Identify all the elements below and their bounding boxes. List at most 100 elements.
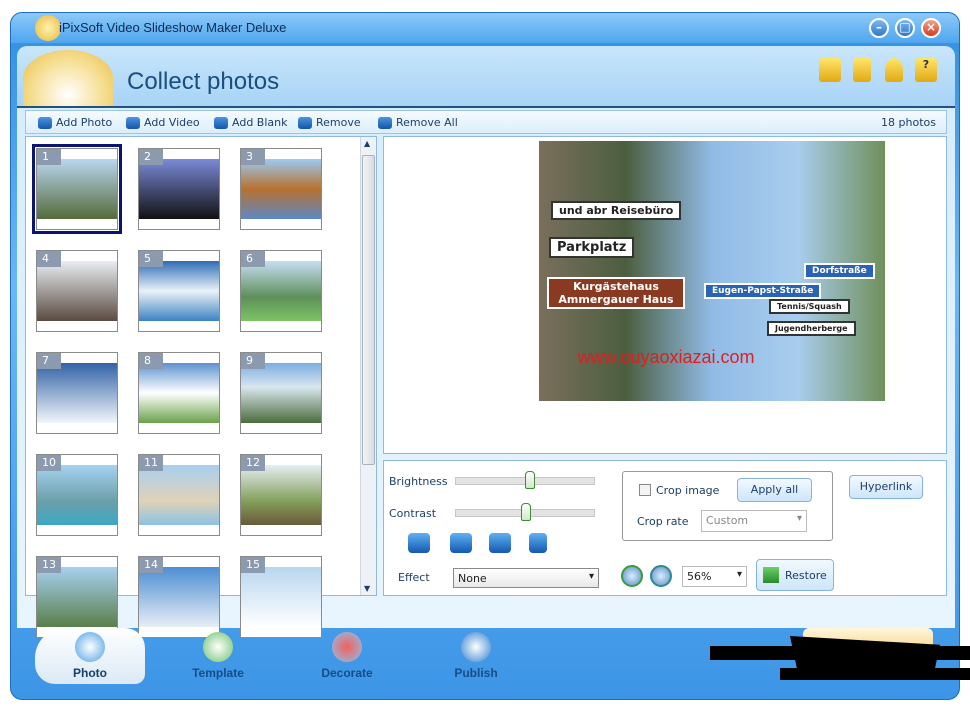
zoom-in-icon[interactable] [621,565,643,587]
thumbnail-number: 9 [241,353,265,369]
folder-icon[interactable] [819,58,841,82]
thumbnail-number: 6 [241,251,265,267]
user-icon[interactable] [885,58,903,82]
thumbnail-image [139,261,219,321]
add-photo-button[interactable]: Add Photo [38,116,112,129]
remove-all-label: Remove All [396,116,458,129]
photo-thumbnail[interactable]: 3 [240,148,322,230]
photo-thumbnail[interactable]: 14 [138,556,220,638]
restore-icon [763,567,779,583]
photo-thumbnail[interactable]: 7 [36,352,118,434]
page-header: Collect photos ? [17,46,955,108]
close-button[interactable]: × [921,18,941,38]
help-icon[interactable]: ? [915,58,937,82]
thumbnail-image [241,159,321,219]
restore-button[interactable]: Restore [756,559,834,591]
apply-all-button[interactable]: Apply all [737,478,812,502]
effect-label: Effect [398,571,430,584]
thumbnail-number: 7 [37,353,61,369]
photo-thumbnail[interactable]: 4 [36,250,118,332]
crop-rate-dropdown[interactable]: Custom [701,510,807,532]
tab-decorate[interactable]: Decorate [292,628,402,684]
thumbnail-number: 5 [139,251,163,267]
rotate-right-icon[interactable] [450,533,472,553]
tab-photo[interactable]: Photo [35,628,145,684]
sign: und abr Reisebüro [551,201,682,220]
hyperlink-button[interactable]: Hyperlink [849,475,923,499]
photo-thumbnail[interactable]: 11 [138,454,220,536]
thumbnail-number: 10 [37,455,61,471]
thumbnail-image [37,567,117,627]
remove-all-button[interactable]: Remove All [378,116,458,129]
contrast-slider-handle[interactable] [521,503,531,521]
add-blank-icon [214,116,228,129]
add-blank-label: Add Blank [232,116,288,129]
thumbnail-number: 15 [241,557,265,573]
scrollbar-thumb[interactable] [362,155,375,465]
thumbnail-number: 13 [37,557,61,573]
thumbnail-number: 14 [139,557,163,573]
add-video-button[interactable]: Add Video [126,116,200,129]
photo-thumbnail[interactable]: 8 [138,352,220,434]
photo-count: 18 photos [881,116,936,129]
flip-horizontal-icon[interactable] [489,533,511,553]
thumbnail-number: 3 [241,149,265,165]
thumbnail-image [37,261,117,321]
brightness-slider-handle[interactable] [525,471,536,489]
save-icon[interactable] [853,58,871,82]
tab-label: Photo [73,666,107,680]
crop-image-checkbox[interactable] [639,484,651,496]
add-photo-icon [38,116,52,129]
sign: Parkplatz [549,237,635,258]
tab-label: Publish [454,666,498,680]
scroll-down-icon[interactable]: ▼ [364,584,370,593]
photo-thumbnail[interactable]: 5 [138,250,220,332]
maximize-button[interactable]: □ [895,18,915,38]
zoom-dropdown[interactable]: 56% [682,566,747,587]
photo-thumbnail[interactable]: 1 [32,144,122,234]
crop-group: Crop image Apply all Crop rate Custom [622,471,833,541]
tab-template[interactable]: Template [163,628,273,684]
photo-thumbnail[interactable]: 13 [36,556,118,638]
minimize-button[interactable]: – [869,18,889,38]
photo-thumbnail[interactable]: 9 [240,352,322,434]
tab-label: Template [192,666,244,680]
flip-vertical-icon[interactable] [529,533,547,553]
remove-label: Remove [316,116,361,129]
contrast-slider[interactable] [455,503,595,521]
zoom-out-icon[interactable] [650,565,672,587]
add-blank-button[interactable]: Add Blank [214,116,287,129]
app-window: iPixSoft Video Slideshow Maker Deluxe – … [10,12,960,700]
remove-button[interactable]: Remove [298,116,361,129]
restore-label: Restore [785,568,827,582]
thumbnail-image [241,261,321,321]
thumbnail-image [37,465,117,525]
thumbnail-number: 12 [241,455,265,471]
add-photo-label: Add Photo [56,116,113,129]
thumbnail-image [241,567,321,627]
sign: Dorfstraße [804,263,875,279]
scroll-up-icon[interactable]: ▲ [364,139,370,148]
photo-thumbnail[interactable]: 15 [240,556,322,638]
photo-thumbnail[interactable]: 6 [240,250,322,332]
photo-thumbnail[interactable]: 12 [240,454,322,536]
remove-all-icon [378,116,392,129]
thumbnail-scrollbar[interactable]: ▲ ▼ [360,137,376,595]
thumbnail-image [139,363,219,423]
thumbnail-panel: 1 2 3 4 5 6 7 8 9 10 11 12 13 14 15 ▲ ▼ [25,136,377,638]
photo-thumbnail[interactable]: 10 [36,454,118,536]
add-video-label: Add Video [144,116,200,129]
page-title: Collect photos [127,68,280,95]
photo-thumbnail[interactable]: 2 [138,148,220,230]
tab-publish[interactable]: Publish [421,628,531,684]
app-logo-icon [35,15,61,41]
photo-controls: Brightness Contrast Effect None Crop ima… [383,460,947,596]
sign: Jugendherberge [767,321,856,336]
crop-rate-label: Crop rate [637,515,689,528]
brightness-slider[interactable] [455,471,595,489]
thumbnail-image [139,465,219,525]
brightness-label: Brightness [389,475,448,488]
rotate-left-icon[interactable] [408,533,430,553]
effect-dropdown[interactable]: None [453,568,599,588]
thumbnail-image [139,567,219,627]
